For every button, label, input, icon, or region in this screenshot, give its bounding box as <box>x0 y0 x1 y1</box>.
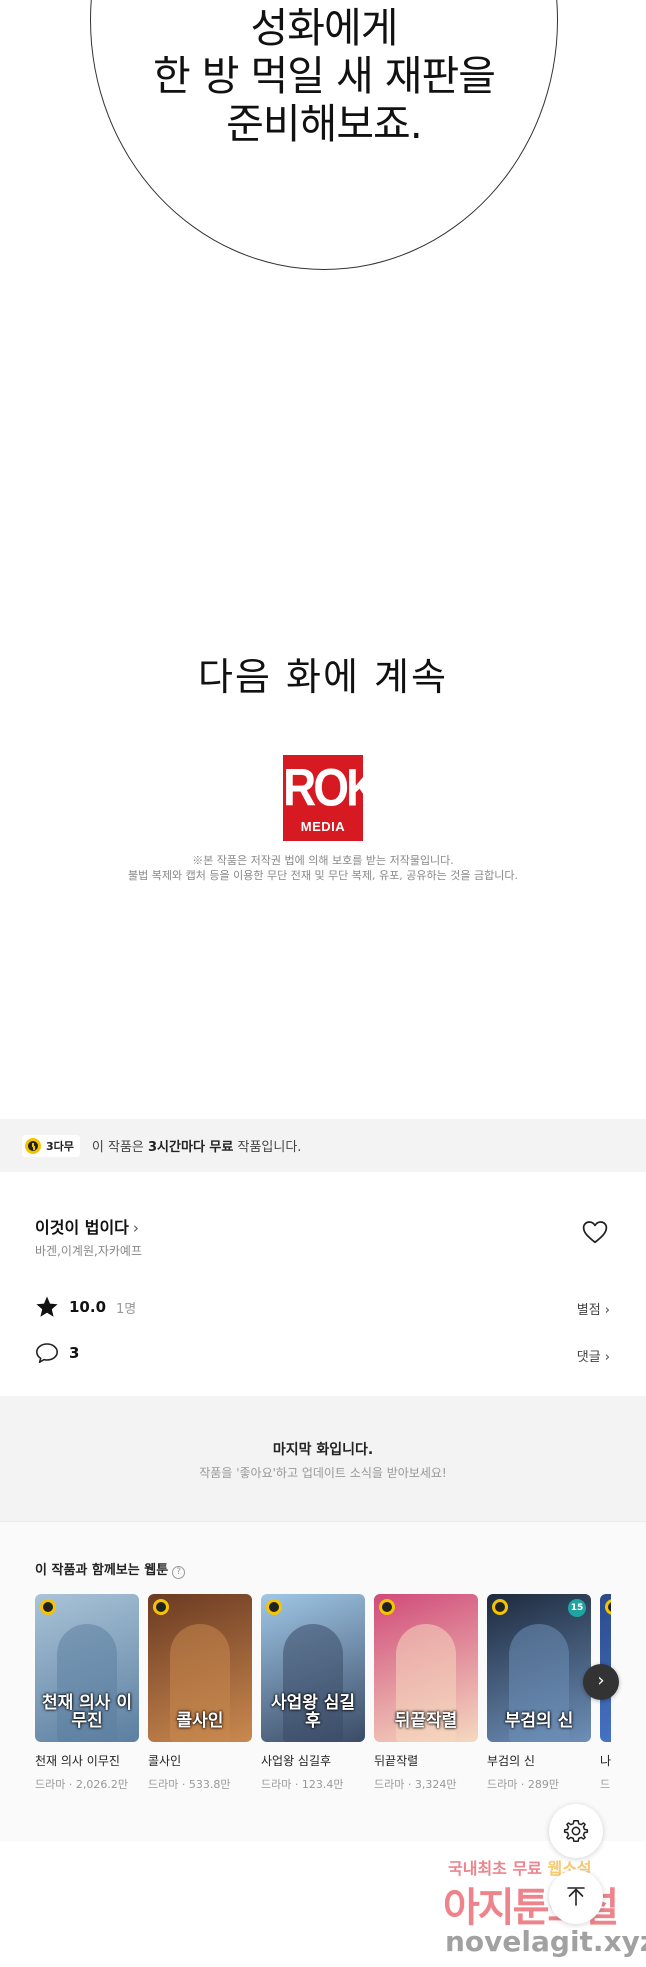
thumbnail-title: 콜사인 <box>176 1711 224 1731</box>
webtoon-card[interactable]: 부검의 신 15 부검의 신드라마 · 289만 <box>487 1594 591 1792</box>
work-authors: 바겐,이계원,자카예프 <box>35 1244 142 1258</box>
webtoon-name: 부검의 신 <box>487 1754 535 1768</box>
clock-icon <box>40 1599 56 1615</box>
chevron-right-icon: › <box>132 1219 139 1237</box>
clock-icon <box>153 1599 169 1615</box>
related-webtoons-title: 이 작품과 함께보는 웹툰? <box>35 1559 186 1579</box>
settings-button[interactable] <box>549 1804 603 1858</box>
webtoon-name: 콜사인 <box>148 1754 182 1768</box>
comment-link[interactable]: 댓글 › <box>577 1346 610 1365</box>
arrow-up-icon <box>567 1887 585 1906</box>
webtoon-card[interactable]: 뒤끝작렬 뒤끝작렬 드라마 · 3,324만 <box>374 1594 478 1792</box>
watermark-line3: novelagit.xyz <box>445 1925 646 1958</box>
thumbnail-title: 부검의 신 <box>504 1711 574 1731</box>
clock-icon <box>379 1599 395 1615</box>
webtoon-thumbnail: 콜사인 <box>148 1594 252 1742</box>
free-notice-bar: 3다무 이 작품은 3시간마다 무료 작품입니다. <box>0 1119 646 1172</box>
scroll-top-button[interactable] <box>549 1870 603 1924</box>
webtoon-name: 사업왕 심길후 <box>261 1754 332 1768</box>
heart-icon[interactable] <box>582 1220 608 1244</box>
publisher-logo-bottom: MEDIA <box>300 819 346 834</box>
publisher-logo-top: ROK <box>283 757 379 817</box>
rating-row: 10.0 1명 <box>35 1295 136 1319</box>
clock-icon <box>266 1599 282 1615</box>
webtoon-meta: 드라마 · 289만 <box>487 1778 559 1791</box>
speech-bubble-text: 성화에게 한 방 먹일 새 재판을 준비해보죠. <box>90 4 558 148</box>
webtoon-meta: 드라마 · 3,324만 <box>374 1778 457 1791</box>
copyright-notice: ※본 작품은 저작권 법에 의해 보호를 받는 저작물입니다. 불법 복제와 캡… <box>0 853 646 883</box>
notice-prefix: 이 작품은 <box>91 1140 149 1155</box>
webtoon-thumbnail: 사업왕 심길후 <box>261 1594 365 1742</box>
last-episode-title: 마지막 화입니다. <box>272 1442 374 1458</box>
clock-icon <box>25 1137 41 1154</box>
last-episode-section: 마지막 화입니다. 작품을 '좋아요'하고 업데이트 소식을 받아보세요! <box>0 1396 646 1521</box>
webtoon-card[interactable]: 천재 의사 이무진 천재 의사 이무진 드라마 · 2,026.2만 <box>35 1594 139 1792</box>
webtoon-name: 천재 의사 이무진 <box>35 1754 120 1768</box>
rating-link[interactable]: 별점 › <box>577 1299 610 1318</box>
related-webtoons-list: 천재 의사 이무진 천재 의사 이무진 드라마 · 2,026.2만 콜사인 콜사인 드라… <box>35 1594 611 1824</box>
free-notice-text: 이 작품은 3시간마다 무료 작품입니다. <box>92 1136 302 1155</box>
webtoon-thumbnail: 부검의 신 15 <box>487 1594 591 1742</box>
webtoon-card[interactable]: 콜사인 콜사인 드라마 · 533.8만 <box>148 1594 252 1792</box>
wait-free-badge-label: 3다무 <box>46 1139 74 1153</box>
webtoon-meta: 드 <box>600 1778 611 1791</box>
work-title: 이것이 법이다 <box>35 1218 129 1237</box>
comment-icon <box>36 1343 58 1363</box>
comic-panel: 성화에게 한 방 먹일 새 재판을 준비해보죠. 다음 화에 계속 ROK ME… <box>0 0 646 1120</box>
related-webtoons-section: 이 작품과 함께보는 웹툰? 천재 의사 이무진 천재 의사 이무진 드라마 · 2… <box>0 1521 646 1841</box>
publisher-logo: ROK MEDIA <box>283 755 379 841</box>
webtoon-thumbnail: 천재 의사 이무진 <box>35 1594 139 1742</box>
star-icon <box>36 1296 58 1317</box>
wait-free-badge: 3다무 <box>22 1134 80 1157</box>
clock-icon <box>605 1599 611 1615</box>
webtoon-name: 나 <box>600 1754 611 1768</box>
speech-line: 준비해보죠. <box>226 100 423 148</box>
copyright-line: ※본 작품은 저작권 법에 의해 보호를 받는 저작물입니다. <box>192 854 454 867</box>
rating-value: 10.0 <box>69 1298 107 1316</box>
webtoon-meta: 드라마 · 2,026.2만 <box>35 1778 128 1791</box>
related-webtoons-title-text: 이 작품과 함께보는 웹툰 <box>35 1563 169 1578</box>
rating-count: 1명 <box>116 1301 137 1317</box>
webtoon-card[interactable]: 사업왕 심길후 사업왕 심길후 드라마 · 123.4만 <box>261 1594 365 1792</box>
gear-icon <box>563 1819 589 1843</box>
carousel-next-button[interactable]: › <box>583 1664 619 1700</box>
age-rating-badge: 15 <box>568 1599 586 1617</box>
last-episode-subtitle: 작품을 '좋아요'하고 업데이트 소식을 받아보세요! <box>199 1466 447 1480</box>
thumbnail-title: 천재 의사 이무진 <box>41 1693 133 1731</box>
thumbnail-title: 사업왕 심길후 <box>270 1693 356 1731</box>
notice-bold: 3시간마다 무료 <box>148 1140 234 1155</box>
to-be-continued-text: 다음 화에 계속 <box>198 655 448 699</box>
comment-count: 3 <box>69 1344 80 1362</box>
help-icon[interactable]: ? <box>172 1566 186 1579</box>
webtoon-meta: 드라마 · 533.8만 <box>148 1778 231 1791</box>
comment-row: 3 <box>35 1342 79 1364</box>
thumbnail-title: 뒤끝작렬 <box>394 1711 458 1731</box>
speech-line: 성화에게 <box>250 4 399 52</box>
work-title-link[interactable]: 이것이 법이다 › <box>35 1214 139 1238</box>
notice-suffix: 작품입니다. <box>233 1140 302 1155</box>
webtoon-meta: 드라마 · 123.4만 <box>261 1778 344 1791</box>
speech-line: 한 방 먹일 새 재판을 <box>153 52 496 100</box>
clock-icon <box>492 1599 508 1615</box>
copyright-line: 불법 복제와 캡처 등을 이용한 무단 전재 및 무단 복제, 유포, 공유하는… <box>128 869 518 882</box>
site-watermark: 국내최초 무료 웹소설 아지툰소설 novelagit.xyz <box>443 1855 646 1963</box>
webtoon-name: 뒤끝작렬 <box>374 1754 419 1768</box>
webtoon-thumbnail: 뒤끝작렬 <box>374 1594 478 1742</box>
work-info: 이것이 법이다 › 바겐,이계원,자카예프 10.0 1명 별점 › 3 댓글 › <box>0 1172 646 1396</box>
